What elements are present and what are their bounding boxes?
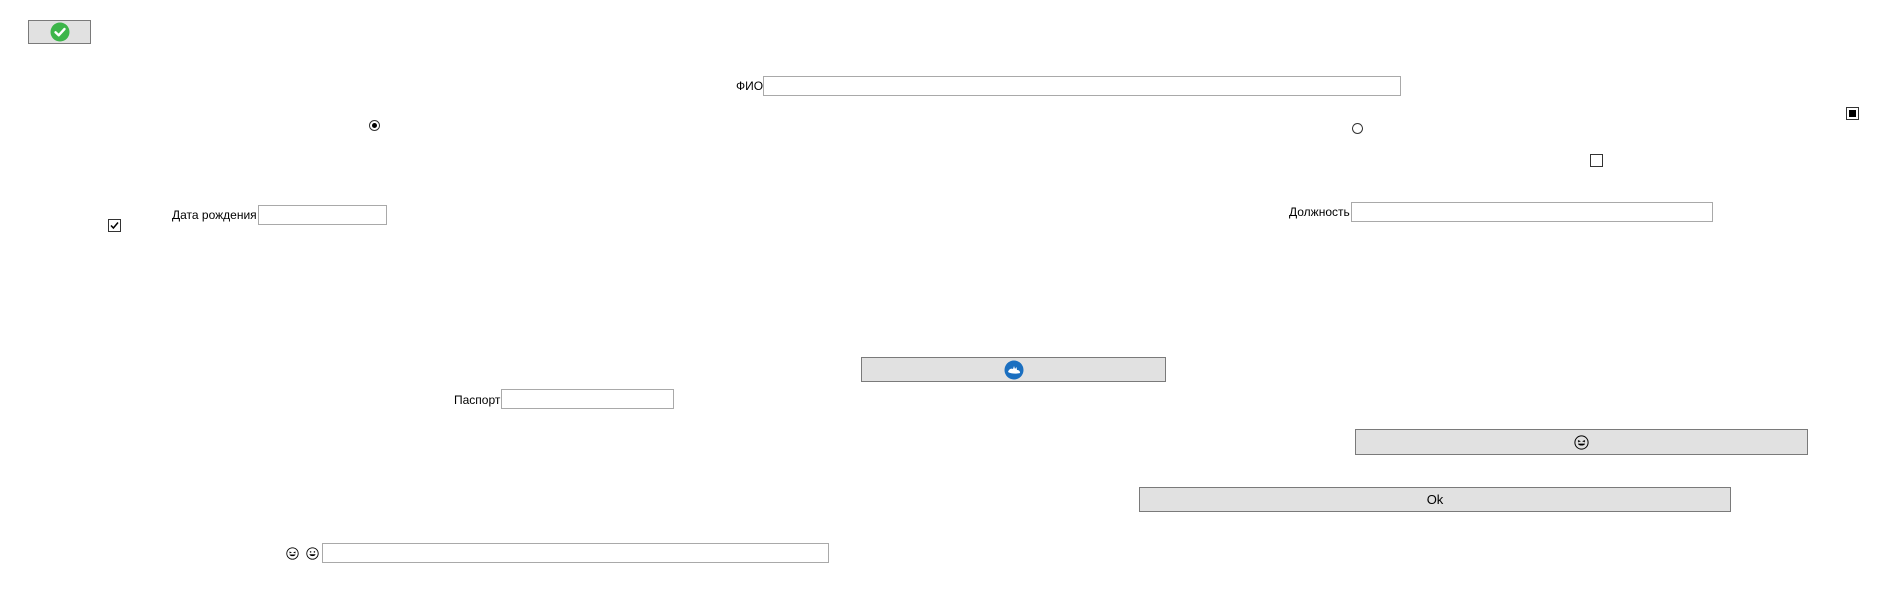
position-label: Должность [1289, 205, 1350, 219]
bottom-input[interactable] [322, 543, 829, 563]
laughing-face-icon [1574, 434, 1589, 450]
green-check-circle-icon [50, 22, 69, 42]
checkbox-indeterminate[interactable] [1846, 107, 1859, 120]
radio-right[interactable] [1352, 123, 1363, 134]
ok-button[interactable]: Ok [1139, 487, 1731, 512]
birth-date-label: Дата рождения [172, 208, 257, 222]
checkbox-checked[interactable] [108, 219, 121, 232]
passport-input[interactable] [501, 389, 674, 409]
position-input[interactable] [1351, 202, 1713, 222]
checkmark-icon [110, 222, 119, 230]
top-check-button[interactable] [28, 20, 91, 44]
ok-button-label: Ok [1426, 492, 1444, 507]
radio-left[interactable] [369, 120, 380, 131]
passport-label: Паспорт [454, 393, 501, 407]
laughing-face-icon [286, 547, 299, 560]
birth-date-input[interactable] [258, 205, 387, 225]
radio-left-selected-dot [372, 123, 377, 128]
blue-circle-logo-icon [1004, 360, 1023, 379]
logo-button[interactable] [861, 357, 1166, 382]
fio-label: ФИО [736, 79, 764, 93]
emoji-button[interactable] [1355, 429, 1808, 455]
checkbox-unchecked[interactable] [1590, 154, 1603, 167]
fio-input[interactable] [763, 76, 1401, 96]
checkbox-indeterminate-fill [1849, 110, 1856, 117]
grinning-face-icon [306, 547, 319, 560]
